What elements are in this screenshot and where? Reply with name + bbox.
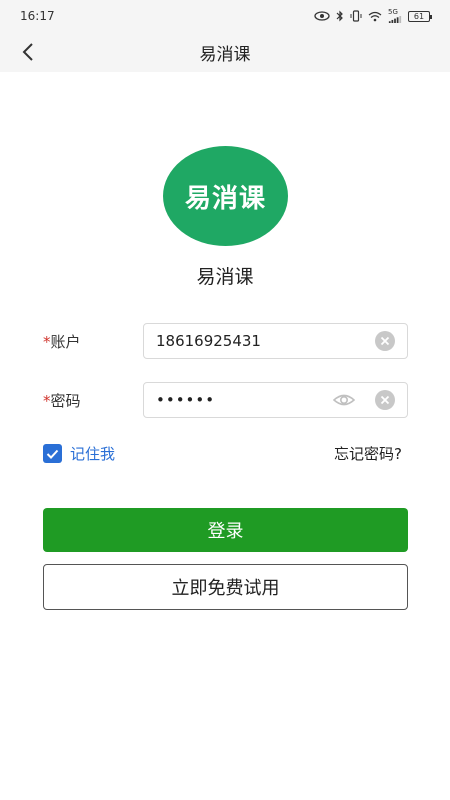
battery-level: 61	[413, 11, 425, 21]
password-label-text: 密码	[50, 392, 81, 410]
status-time: 16:17	[20, 9, 55, 23]
password-label: *密码	[43, 390, 81, 411]
remember-me-label: 记住我	[70, 445, 116, 463]
free-trial-button[interactable]: 立即免费试用	[43, 564, 408, 610]
account-input[interactable]	[156, 324, 326, 358]
chevron-left-icon	[22, 43, 33, 61]
eye-icon	[314, 9, 330, 23]
page-title: 易消课	[199, 44, 251, 65]
app-name: 易消课	[196, 266, 254, 288]
battery-icon: 61	[408, 10, 432, 22]
status-bar: 16:17 5G 61	[0, 0, 450, 32]
network-type: 5G	[388, 8, 398, 16]
clear-icon[interactable]	[375, 390, 395, 410]
status-icons: 5G 61	[314, 9, 432, 23]
clear-icon[interactable]	[375, 331, 395, 351]
checkbox-checked-icon	[43, 444, 62, 463]
back-button[interactable]	[12, 36, 44, 68]
app-bar: 易消课	[0, 32, 450, 72]
wifi-icon	[368, 9, 382, 23]
login-button[interactable]: 登录	[43, 508, 408, 552]
account-label-text: 账户	[50, 333, 81, 351]
remember-me-checkbox[interactable]: 记住我	[43, 443, 115, 464]
required-mark: *	[43, 392, 51, 410]
app-logo: 易消课	[163, 146, 288, 246]
password-input-box	[143, 382, 408, 418]
account-label: *账户	[43, 331, 81, 352]
account-input-box	[143, 323, 408, 359]
forgot-password-link[interactable]: 忘记密码?	[334, 443, 402, 464]
bluetooth-icon	[336, 9, 344, 23]
required-mark: *	[43, 333, 51, 351]
signal-icon: 5G	[388, 9, 402, 23]
vibrate-icon	[350, 9, 362, 23]
logo-text: 易消课	[184, 183, 266, 214]
show-password-eye-icon[interactable]	[333, 390, 355, 410]
password-input[interactable]	[156, 383, 326, 417]
